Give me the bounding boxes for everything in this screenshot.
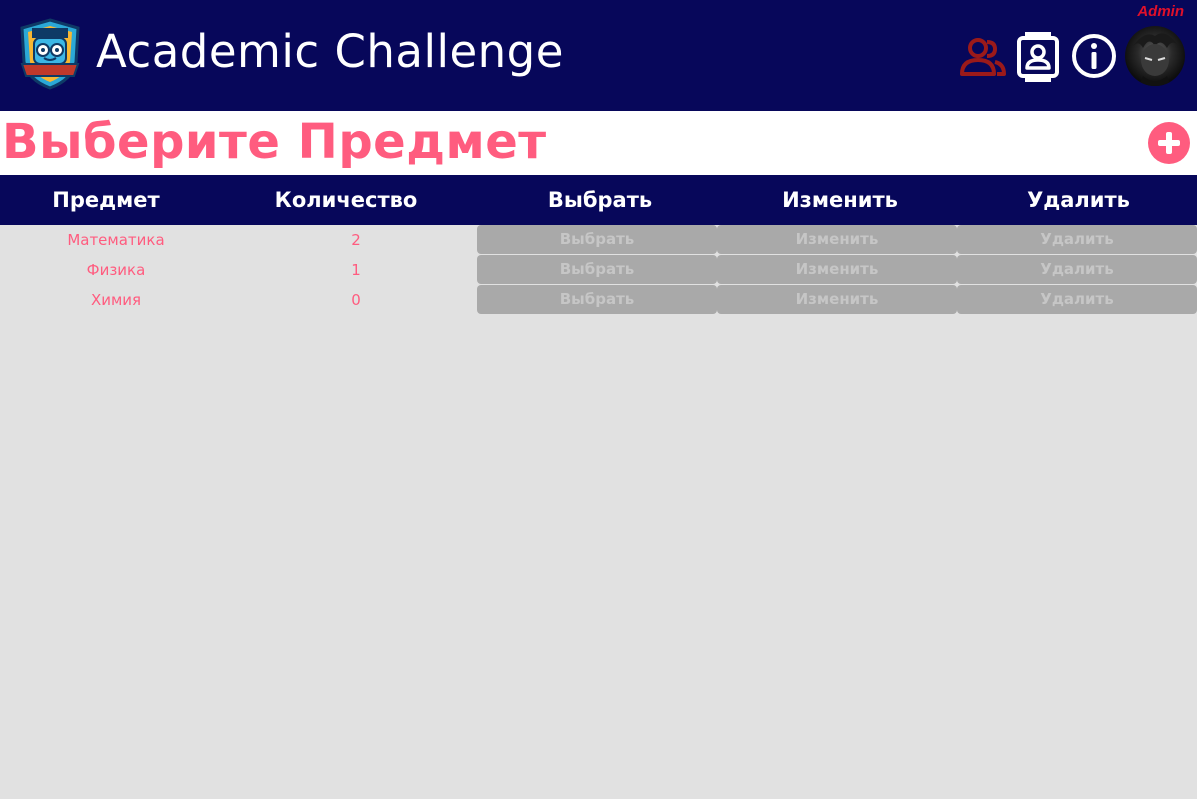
contact-card-icon[interactable] xyxy=(1013,32,1063,82)
column-header-select: Выбрать xyxy=(547,188,653,212)
table-row: Физика 1 Выбрать Изменить Удалить xyxy=(0,255,1197,285)
info-icon[interactable] xyxy=(1070,32,1120,82)
select-button[interactable]: Выбрать xyxy=(477,255,717,284)
table-row: Математика 2 Выбрать Изменить Удалить xyxy=(0,225,1197,255)
add-subject-button[interactable] xyxy=(1148,122,1190,164)
table-header: Предмет Количество Выбрать Изменить Удал… xyxy=(0,175,1197,225)
avatar-image xyxy=(1133,33,1177,86)
delete-button[interactable]: Удалить xyxy=(957,255,1197,284)
edit-button[interactable]: Изменить xyxy=(717,225,957,254)
app-title: Academic Challenge xyxy=(96,25,564,78)
column-header-subject: Предмет xyxy=(52,188,160,212)
table-row: Химия 0 Выбрать Изменить Удалить xyxy=(0,285,1197,315)
page-header: Выберите Предмет xyxy=(0,111,1197,175)
subject-name: Физика xyxy=(86,261,146,279)
edit-button[interactable]: Изменить xyxy=(717,255,957,284)
question-count: 0 xyxy=(351,291,361,309)
delete-button[interactable]: Удалить xyxy=(957,285,1197,314)
select-button[interactable]: Выбрать xyxy=(477,285,717,314)
users-icon[interactable] xyxy=(957,32,1007,82)
top-navbar: Academic Challenge Admin xyxy=(0,0,1197,111)
page-title: Выберите Предмет xyxy=(2,114,547,170)
column-header-edit: Изменить xyxy=(782,188,898,212)
delete-button[interactable]: Удалить xyxy=(957,225,1197,254)
question-count: 1 xyxy=(351,261,361,279)
select-button[interactable]: Выбрать xyxy=(477,225,717,254)
subject-name: Химия xyxy=(90,291,142,309)
column-header-delete: Удалить xyxy=(1027,188,1130,212)
user-role-label: Admin xyxy=(1137,3,1184,20)
subject-name: Математика xyxy=(67,231,165,249)
avatar[interactable] xyxy=(1125,26,1185,86)
edit-button[interactable]: Изменить xyxy=(717,285,957,314)
logo-icon[interactable] xyxy=(18,18,82,90)
subjects-table-body: Математика 2 Выбрать Изменить Удалить Фи… xyxy=(0,225,1197,315)
column-header-count: Количество xyxy=(274,188,418,212)
question-count: 2 xyxy=(351,231,361,249)
